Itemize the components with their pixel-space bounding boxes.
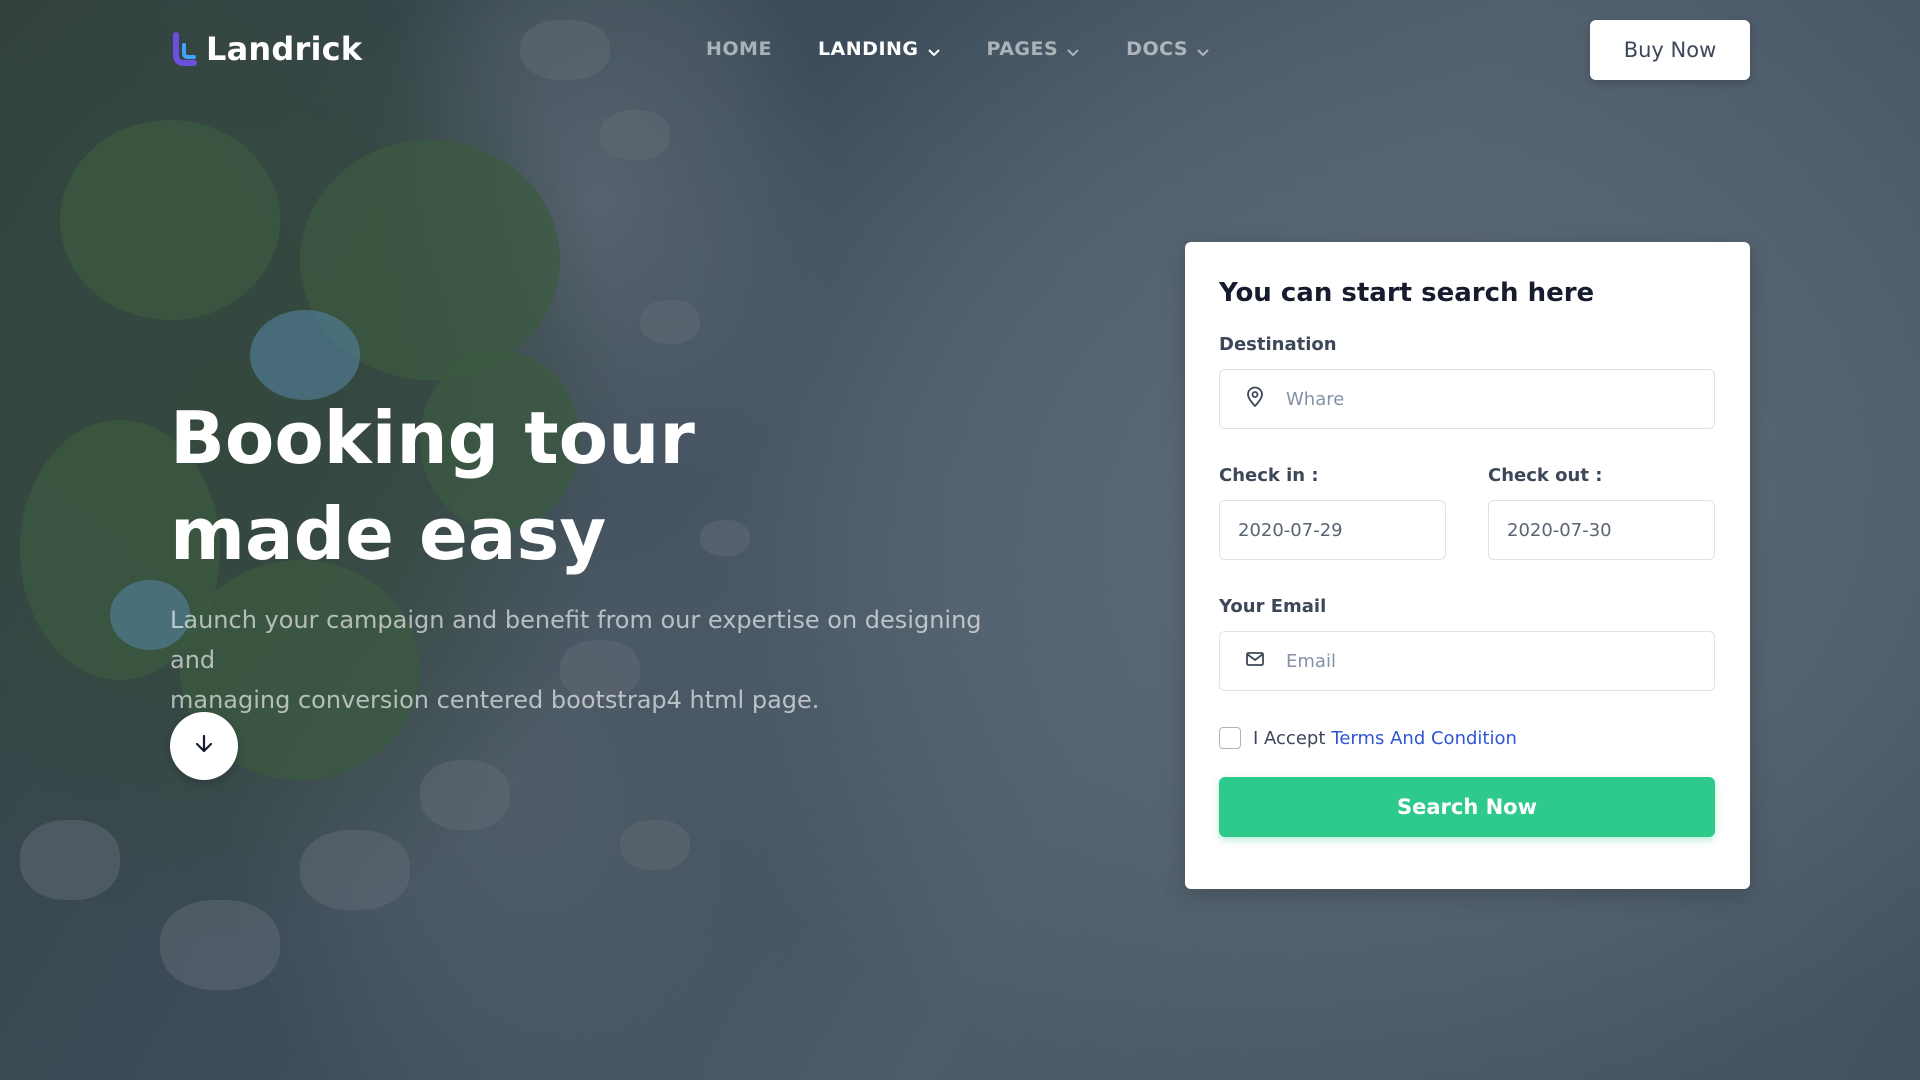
accept-text: I Accept [1253, 727, 1326, 749]
search-card-title: You can start search here [1219, 278, 1595, 308]
hero-subtitle: Launch your campaign and benefit from ou… [170, 600, 1030, 720]
email-field [1219, 631, 1715, 691]
hero-title: Booking tour made easy [170, 390, 870, 582]
brand-logo[interactable]: Landrick [170, 30, 362, 68]
check-in-group: Check in : 2020-07-29 [1219, 465, 1446, 596]
map-pin-icon [1244, 386, 1266, 412]
email-label: Your Email [1219, 596, 1327, 617]
terms-row: I Accept Terms And Condition [1219, 727, 1716, 749]
check-out-group: Check out : 2020-07-30 [1488, 465, 1715, 596]
buy-now-button[interactable]: Buy Now [1590, 20, 1750, 80]
mail-icon [1244, 648, 1266, 674]
site-header: Landrick HOME LANDING PAGES DOCS Buy Now [0, 0, 1920, 100]
arrow-down-icon [193, 733, 215, 759]
nav-item-pages[interactable]: PAGES [987, 38, 1081, 60]
nav-item-docs[interactable]: DOCS [1126, 38, 1210, 60]
logo-icon [170, 31, 200, 67]
destination-field [1219, 369, 1715, 429]
search-now-button[interactable]: Search Now [1219, 777, 1715, 837]
hero-subtitle-line-1: Launch your campaign and benefit from ou… [170, 606, 982, 674]
nav-item-label: LANDING [817, 38, 919, 60]
main-nav: HOME LANDING PAGES DOCS [706, 38, 1256, 60]
hero-title-line-2: made easy [170, 492, 607, 576]
destination-input[interactable] [1286, 388, 1686, 410]
check-in-label: Check in : [1219, 465, 1319, 486]
nav-item-label: PAGES [986, 38, 1059, 60]
nav-item-label: HOME [706, 38, 772, 60]
check-in-input[interactable]: 2020-07-29 [1219, 500, 1446, 560]
scroll-down-button[interactable] [170, 712, 238, 780]
nav-item-home[interactable]: HOME [706, 38, 772, 60]
check-out-label: Check out : [1488, 465, 1603, 486]
hero-subtitle-line-2: managing conversion centered bootstrap4 … [170, 686, 820, 714]
check-out-input[interactable]: 2020-07-30 [1488, 500, 1715, 560]
destination-label: Destination [1219, 334, 1337, 355]
brand-name: Landrick [206, 30, 363, 68]
chevron-down-icon [1066, 42, 1080, 57]
search-card: You can start search here Destination Ch… [1185, 242, 1750, 889]
date-row: Check in : 2020-07-29 Check out : 2020-0… [1219, 465, 1715, 596]
email-input[interactable] [1286, 650, 1686, 672]
terms-checkbox[interactable] [1219, 727, 1241, 749]
nav-item-landing[interactable]: LANDING [818, 38, 941, 60]
chevron-down-icon [927, 42, 941, 57]
terms-link[interactable]: Terms And Condition [1331, 728, 1517, 749]
hero-title-line-1: Booking tour [170, 396, 695, 480]
nav-item-label: DOCS [1126, 38, 1189, 60]
chevron-down-icon [1196, 42, 1210, 57]
